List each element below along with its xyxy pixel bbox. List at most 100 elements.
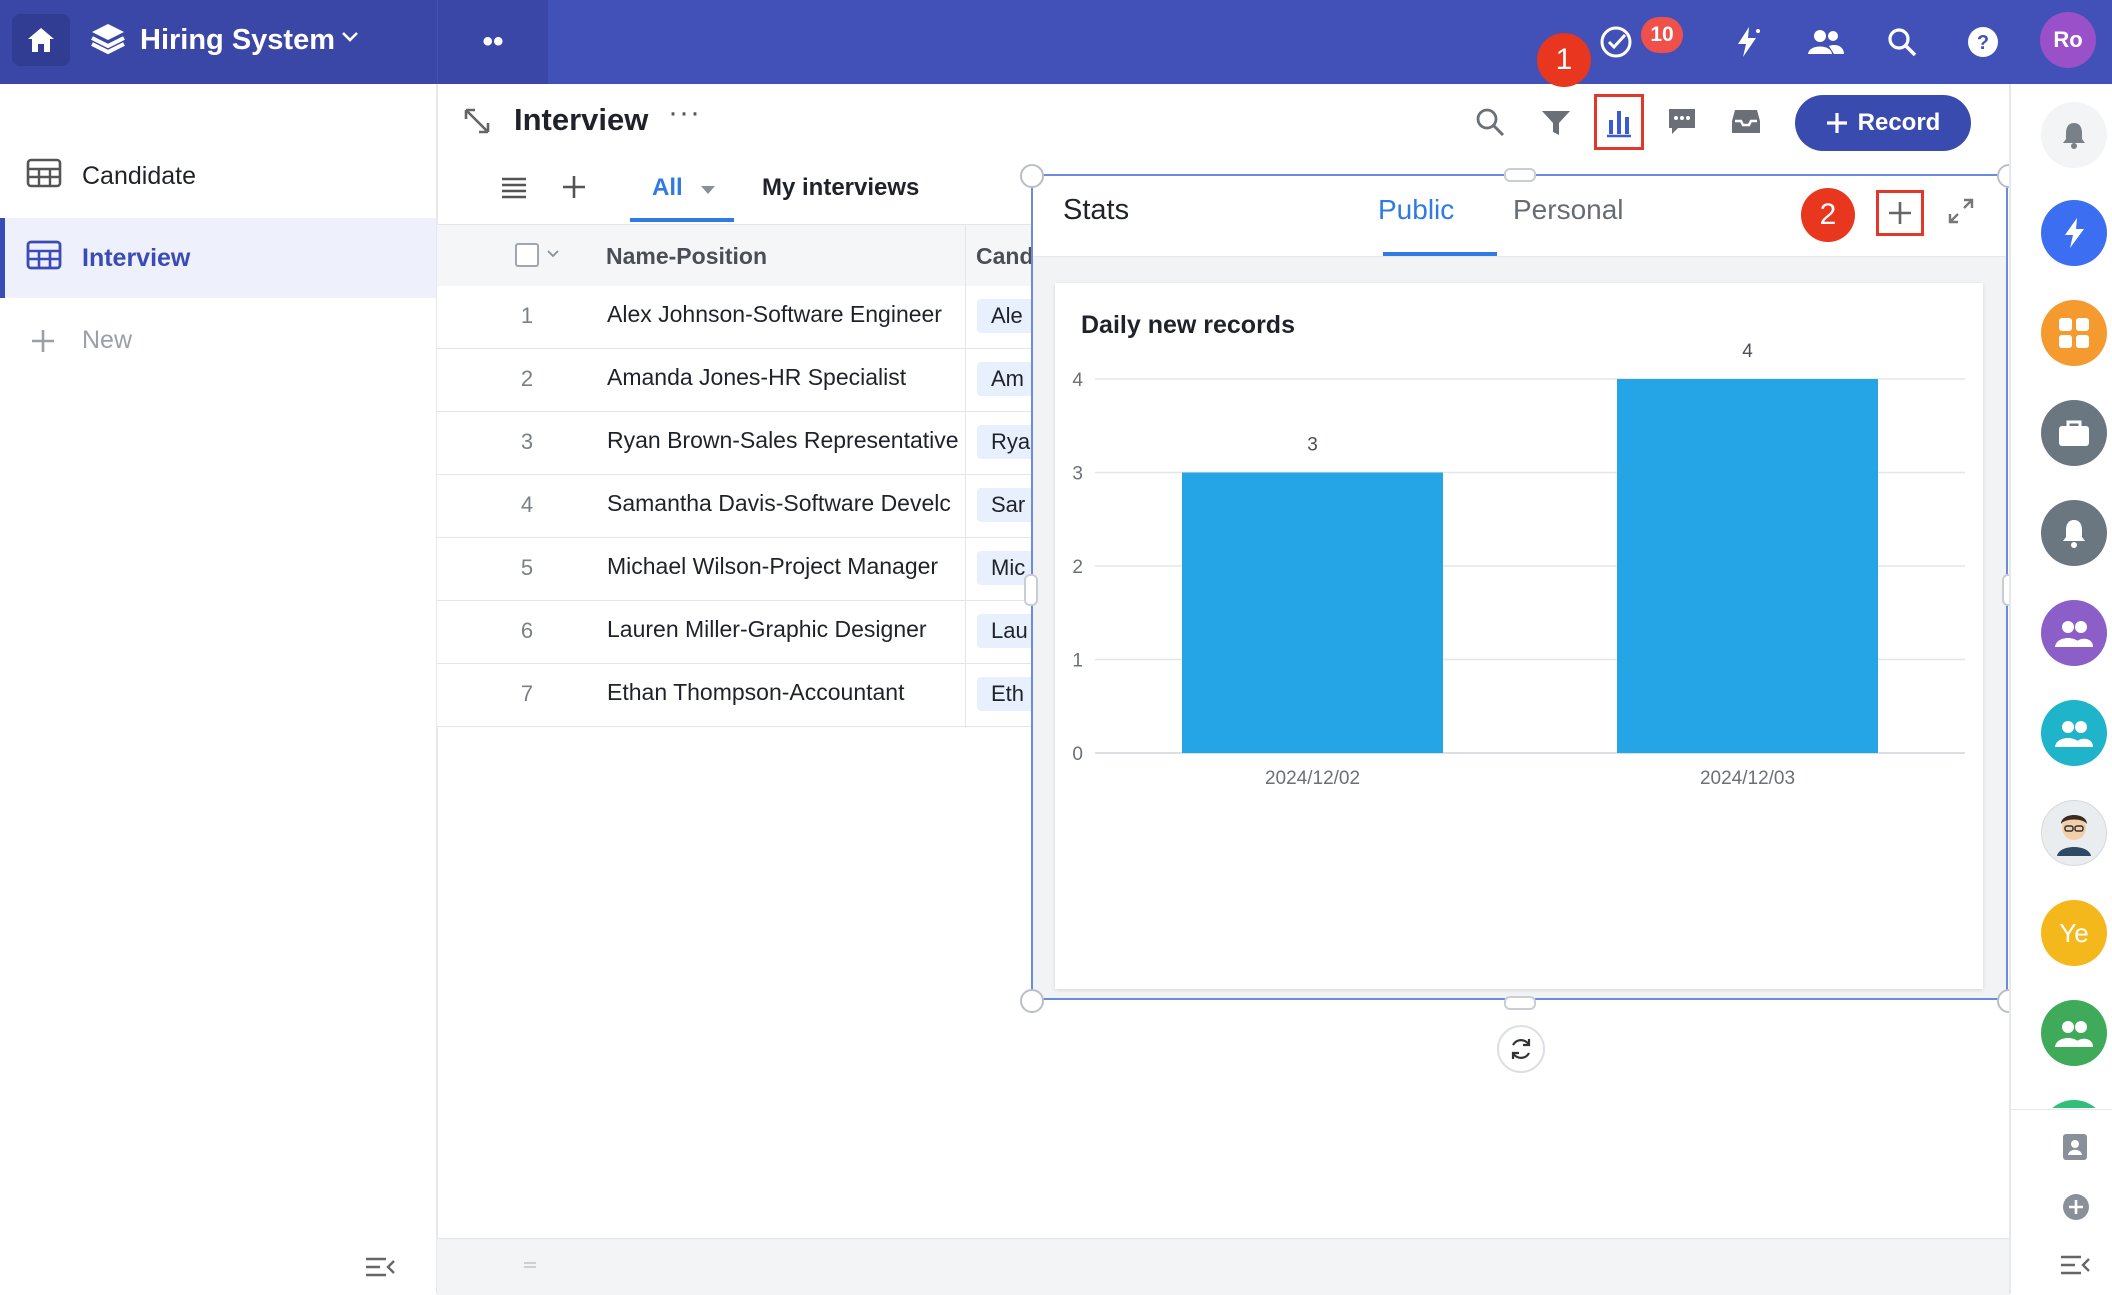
app-title[interactable]: Hiring System bbox=[140, 20, 335, 60]
candidate-link-tag[interactable]: Rya bbox=[977, 425, 1037, 459]
records-table: Name-Position Cand 1 Alex Johnson-Softwa… bbox=[437, 224, 1037, 728]
search-icon[interactable] bbox=[1474, 106, 1506, 138]
column-header-candidate[interactable]: Cand bbox=[976, 243, 1034, 270]
more-apps-button[interactable]: •• bbox=[438, 0, 548, 84]
add-record-label: Record bbox=[1857, 109, 1941, 136]
rail-group-green[interactable] bbox=[2041, 1000, 2107, 1066]
sidebar-item-label: Candidate bbox=[82, 161, 196, 190]
table-row[interactable]: 7 Ethan Thompson-Accountant Eth bbox=[437, 664, 1037, 727]
home-button[interactable] bbox=[12, 14, 70, 66]
home-icon bbox=[25, 25, 57, 55]
name-position-cell[interactable]: Ryan Brown-Sales Representative bbox=[607, 427, 1027, 454]
table-footer-bar bbox=[437, 1238, 2009, 1295]
candidate-link-tag[interactable]: Am bbox=[977, 362, 1037, 396]
plus-icon bbox=[30, 328, 56, 354]
active-indicator bbox=[0, 218, 5, 298]
resize-handle-bottom-left[interactable] bbox=[1020, 989, 1044, 1013]
chevron-down-icon[interactable] bbox=[340, 30, 360, 44]
candidate-link-tag[interactable]: Sar bbox=[977, 488, 1037, 522]
rail-user-avatar[interactable] bbox=[2041, 800, 2107, 866]
sidebar-item-candidate[interactable]: Candidate bbox=[0, 136, 436, 216]
add-chart-plus-icon[interactable] bbox=[1887, 200, 1913, 226]
two-dots-icon: •• bbox=[482, 25, 504, 58]
candidate-link-tag[interactable]: Ale bbox=[977, 299, 1037, 333]
select-all-checkbox[interactable] bbox=[515, 243, 539, 267]
rail-bell-app[interactable] bbox=[2041, 500, 2107, 566]
group-icon bbox=[2054, 718, 2094, 748]
table-row[interactable]: 2 Amanda Jones-HR Specialist Am bbox=[437, 349, 1037, 412]
tab-public[interactable]: Public bbox=[1378, 194, 1454, 226]
rail-user-ye[interactable]: Ye bbox=[2041, 900, 2107, 966]
resize-grip-icon[interactable] bbox=[523, 1261, 537, 1269]
help-icon[interactable]: ? bbox=[1959, 18, 2007, 66]
tasks-check-icon[interactable] bbox=[1592, 18, 1640, 66]
sidebar: Candidate Interview New bbox=[0, 84, 438, 1294]
add-circle-icon[interactable] bbox=[2061, 1192, 2091, 1222]
resize-handle-top[interactable] bbox=[1504, 168, 1536, 182]
view-title: Interview bbox=[514, 102, 649, 137]
add-record-button[interactable]: Record bbox=[1795, 95, 1971, 151]
row-number: 1 bbox=[520, 303, 534, 328]
app-logo-icon bbox=[88, 20, 128, 60]
menu-icon[interactable] bbox=[500, 176, 528, 200]
add-view-icon[interactable] bbox=[561, 174, 587, 200]
name-position-cell[interactable]: Lauren Miller-Graphic Designer bbox=[607, 616, 1027, 643]
automation-bolt-icon[interactable] bbox=[1723, 18, 1771, 66]
resize-handle-left[interactable] bbox=[1024, 574, 1038, 606]
sidebar-new-button[interactable]: New bbox=[0, 300, 436, 380]
name-position-cell[interactable]: Amanda Jones-HR Specialist bbox=[607, 364, 1027, 391]
caret-down-icon[interactable] bbox=[700, 184, 716, 196]
rail-group-teal[interactable] bbox=[2041, 700, 2107, 766]
column-header-name-position[interactable]: Name-Position bbox=[606, 243, 767, 270]
chart-card[interactable]: Daily new records 0 1 2 3 4 3 2024/12/02 4 2024/… bbox=[1055, 283, 1983, 989]
user-avatar[interactable]: Ro bbox=[2040, 12, 2096, 68]
candidate-link-tag[interactable]: Eth bbox=[977, 677, 1037, 711]
collapse-sidebar-icon[interactable] bbox=[364, 1256, 396, 1278]
sidebar-item-interview[interactable]: Interview bbox=[0, 218, 436, 298]
group-icon bbox=[2054, 618, 2094, 648]
comment-icon[interactable] bbox=[1666, 106, 1698, 136]
resize-handle-top-left[interactable] bbox=[1020, 164, 1044, 188]
rail-briefcase-app[interactable] bbox=[2041, 400, 2107, 466]
rail-group-purple[interactable] bbox=[2041, 600, 2107, 666]
bar-chart-icon[interactable] bbox=[1604, 106, 1634, 138]
table-row[interactable]: 3 Ryan Brown-Sales Representative Rya bbox=[437, 412, 1037, 475]
expand-view-icon[interactable] bbox=[462, 106, 492, 136]
table-grid-icon bbox=[26, 240, 62, 270]
stats-panel-title: Stats bbox=[1063, 194, 1130, 226]
search-icon[interactable] bbox=[1878, 18, 1926, 66]
table-row[interactable]: 6 Lauren Miller-Graphic Designer Lau bbox=[437, 601, 1037, 664]
name-position-cell[interactable]: Alex Johnson-Software Engineer bbox=[607, 301, 1027, 328]
tab-my-interviews[interactable]: My interviews bbox=[762, 174, 919, 202]
candidate-link-tag[interactable]: Lau bbox=[977, 614, 1037, 648]
fullscreen-icon[interactable] bbox=[1946, 196, 1976, 226]
rail-notifications-button[interactable] bbox=[2041, 102, 2107, 168]
y-tick-label: 4 bbox=[1072, 370, 1083, 391]
rail-grid-app[interactable] bbox=[2041, 300, 2107, 366]
collapse-rail-icon[interactable] bbox=[2059, 1254, 2091, 1276]
sidebar-new-label: New bbox=[82, 325, 133, 354]
table-row[interactable]: 5 Michael Wilson-Project Manager Mic bbox=[437, 538, 1037, 601]
y-tick-label: 0 bbox=[1072, 744, 1083, 765]
members-icon[interactable] bbox=[1802, 18, 1850, 66]
rail-automation-app[interactable] bbox=[2041, 200, 2107, 266]
chevron-down-icon[interactable] bbox=[547, 250, 559, 258]
bar bbox=[1617, 379, 1878, 753]
resize-handle-bottom[interactable] bbox=[1504, 996, 1536, 1010]
inbox-icon[interactable] bbox=[1730, 107, 1762, 137]
contacts-icon[interactable] bbox=[2061, 1132, 2089, 1162]
table-row[interactable]: 4 Samantha Davis-Software Develc Sar bbox=[437, 475, 1037, 538]
table-row[interactable]: 1 Alex Johnson-Software Engineer Ale bbox=[437, 286, 1037, 349]
right-rail: Ye bbox=[2009, 84, 2112, 1294]
bar bbox=[1182, 472, 1443, 753]
filter-icon[interactable] bbox=[1540, 108, 1572, 138]
briefcase-icon bbox=[2057, 418, 2091, 448]
tab-all[interactable]: All bbox=[630, 160, 734, 222]
view-more-button[interactable]: ··· bbox=[668, 96, 701, 130]
name-position-cell[interactable]: Samantha Davis-Software Develc bbox=[607, 490, 1027, 517]
tab-active-underline bbox=[630, 218, 734, 222]
name-position-cell[interactable]: Ethan Thompson-Accountant bbox=[607, 679, 1027, 706]
refresh-button[interactable] bbox=[1497, 1025, 1545, 1073]
tab-personal[interactable]: Personal bbox=[1513, 194, 1624, 226]
name-position-cell[interactable]: Michael Wilson-Project Manager bbox=[607, 553, 1027, 580]
